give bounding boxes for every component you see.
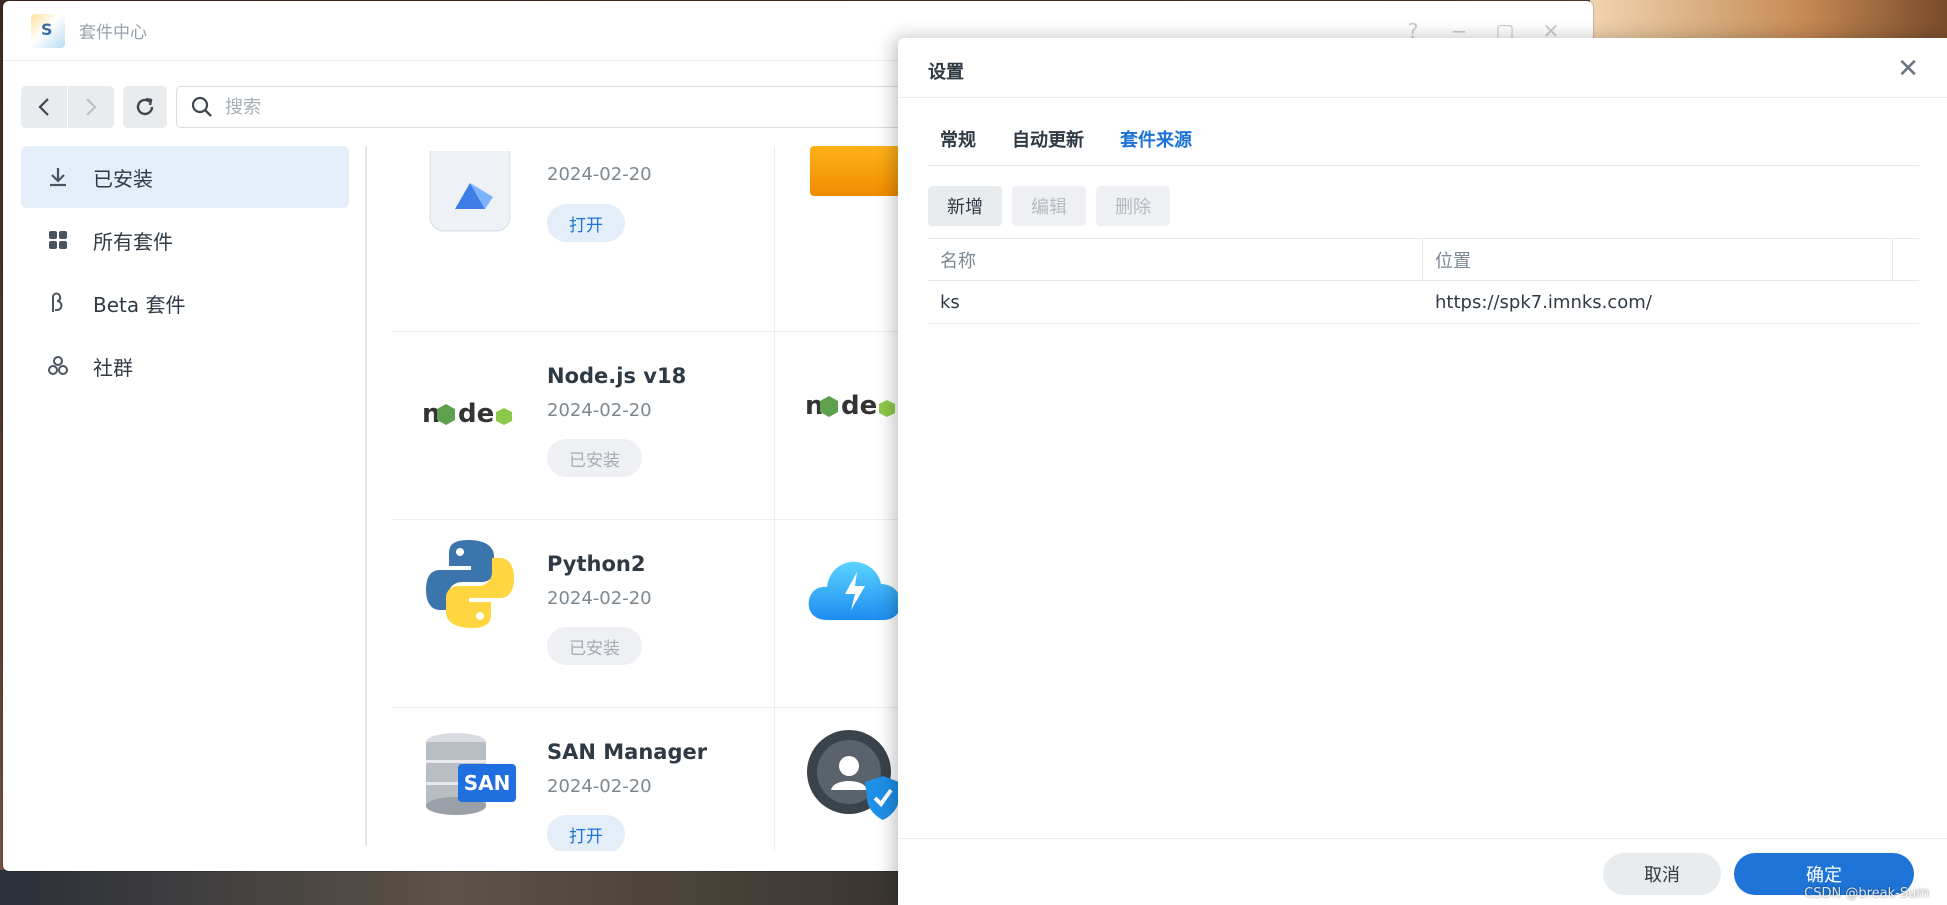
chevron-left-icon [38, 98, 49, 116]
open-button[interactable]: 打开 [547, 815, 625, 851]
edit-button[interactable]: 编辑 [1012, 186, 1086, 226]
window-title: 套件中心 [79, 23, 147, 43]
package-card[interactable]: 2024-02-20 打开 [392, 146, 775, 332]
sidebar-divider [365, 146, 367, 846]
sidebar-item-community[interactable]: 社群 [21, 335, 349, 397]
san-manager-icon: SAN [422, 724, 518, 820]
sidebar-item-all-packages[interactable]: 所有套件 [21, 209, 349, 271]
chevron-right-icon [86, 98, 97, 116]
tab-bar: 常规 自动更新 套件来源 [940, 126, 1192, 152]
package-card[interactable]: SAN SAN Manager 2024-02-20 打开 [392, 708, 775, 851]
package-icon [810, 146, 900, 196]
forward-button[interactable] [68, 86, 114, 128]
package-date: 2024-02-20 [547, 588, 652, 609]
community-icon [45, 353, 71, 379]
sidebar-item-beta[interactable]: Beta 套件 [21, 272, 349, 334]
tab-general[interactable]: 常规 [940, 126, 976, 152]
refresh-icon [136, 97, 154, 116]
tab-auto-update[interactable]: 自动更新 [1012, 126, 1084, 152]
cell-location: https://spk7.imnks.com/ [1435, 291, 1652, 313]
cancel-button[interactable]: 取消 [1603, 853, 1721, 895]
package-name: SAN Manager [547, 740, 708, 764]
beta-icon [45, 290, 71, 316]
package-card[interactable]: n de [775, 332, 912, 520]
cloud-sync-icon [808, 561, 902, 620]
installed-button[interactable]: 已安装 [547, 439, 642, 477]
package-card[interactable] [775, 708, 912, 851]
open-button[interactable]: 打开 [547, 204, 625, 242]
search-box[interactable] [176, 86, 936, 128]
sidebar: 已安装 所有套件 Beta 套件 社群 [21, 146, 349, 398]
installed-button[interactable]: 已安装 [547, 627, 642, 665]
divider [898, 97, 1947, 98]
search-icon [191, 96, 212, 117]
add-button[interactable]: 新增 [928, 186, 1002, 226]
refresh-button[interactable] [123, 86, 167, 128]
tab-underline [928, 165, 1919, 166]
package-grid: 2024-02-20 打开 n de Node.js v18 2024-02-20… [392, 146, 912, 851]
grid-icon [45, 227, 71, 253]
cell-name: ks [940, 291, 960, 313]
tab-package-sources[interactable]: 套件来源 [1120, 126, 1192, 152]
download-icon [45, 164, 71, 190]
python-icon [422, 536, 518, 632]
close-icon[interactable]: ✕ [1897, 54, 1919, 84]
logo-letter: S [41, 19, 53, 39]
toolbar [21, 86, 936, 128]
column-header-location[interactable]: 位置 [1423, 239, 1893, 280]
sidebar-item-label: 社群 [93, 355, 133, 380]
package-card[interactable]: Python2 2024-02-20 已安装 [392, 520, 775, 708]
package-name: Python2 [547, 552, 646, 576]
package-date: 2024-02-20 [547, 776, 652, 797]
svg-text:de: de [841, 391, 877, 421]
action-bar: 新增 编辑 删除 [928, 186, 1170, 226]
desktop-background-bottom [0, 870, 900, 905]
dialog-title: 设置 [928, 62, 964, 83]
sidebar-item-label: 已安装 [93, 166, 153, 191]
package-card[interactable] [775, 520, 912, 708]
sidebar-item-installed[interactable]: 已安装 [21, 146, 349, 208]
table-header: 名称 位置 [928, 238, 1919, 281]
delete-button[interactable]: 删除 [1096, 186, 1170, 226]
svg-text:de: de [458, 399, 494, 429]
package-card[interactable]: n de Node.js v18 2024-02-20 已安装 [392, 332, 775, 520]
package-card[interactable] [775, 146, 912, 332]
column-header-name[interactable]: 名称 [928, 239, 1423, 280]
sidebar-item-label: 所有套件 [93, 229, 173, 254]
nav-group [21, 86, 114, 128]
watermark: CSDN @break-Sum [1804, 886, 1929, 901]
package-date: 2024-02-20 [547, 164, 652, 185]
nodejs-icon: n de [422, 366, 518, 462]
divider [898, 838, 1947, 839]
package-name: Node.js v18 [547, 364, 687, 388]
security-advisor-icon [807, 730, 899, 820]
sources-table: 名称 位置 ks https://spk7.imnks.com/ [928, 238, 1919, 324]
synology-drive-icon [422, 146, 518, 242]
sidebar-item-label: Beta 套件 [93, 292, 186, 317]
column-header-extra [1893, 239, 1919, 280]
search-input[interactable] [225, 96, 825, 118]
settings-dialog: 设置 ✕ 常规 自动更新 套件来源 新增 编辑 删除 名称 位置 ks http… [898, 38, 1947, 905]
package-date: 2024-02-20 [547, 400, 652, 421]
back-button[interactable] [21, 86, 67, 128]
package-center-logo-icon: S [31, 13, 65, 48]
table-row[interactable]: ks https://spk7.imnks.com/ [928, 281, 1919, 324]
san-label: SAN [464, 771, 511, 795]
nodejs-icon: n de [805, 391, 895, 421]
